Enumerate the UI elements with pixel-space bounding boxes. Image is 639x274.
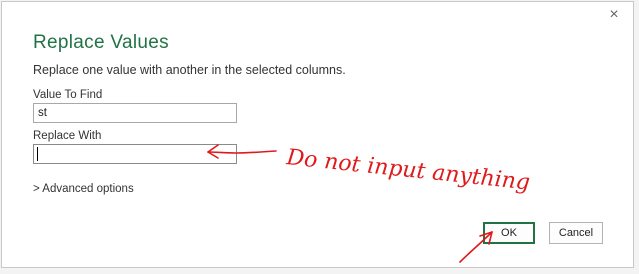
annotation-text: Do not input anything	[284, 145, 531, 196]
annotation-arrow-left	[207, 150, 277, 154]
annotation-arrow-up	[459, 231, 493, 263]
handwritten-annotation-overlay: Do not input anything	[207, 144, 531, 263]
